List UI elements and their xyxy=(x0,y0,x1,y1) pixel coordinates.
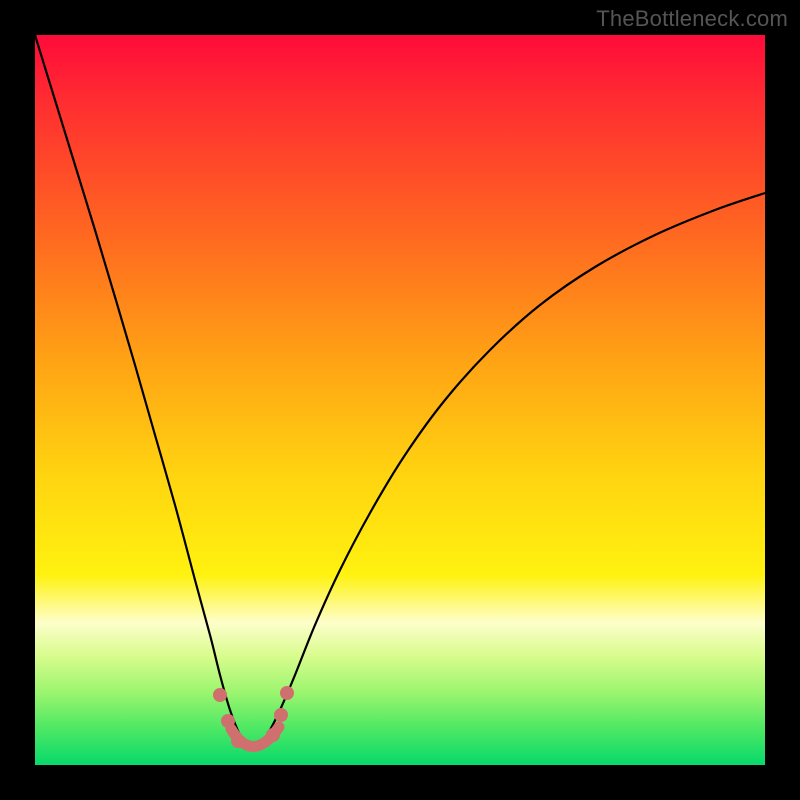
valley-dot xyxy=(221,714,235,728)
valley-marker-dots xyxy=(213,686,294,748)
bottleneck-curve-path xyxy=(35,35,765,750)
valley-dot xyxy=(266,728,280,742)
watermark-text: TheBottleneck.com xyxy=(596,6,788,32)
valley-dot xyxy=(280,686,294,700)
chart-plot-area xyxy=(35,35,765,765)
valley-dot xyxy=(231,734,245,748)
valley-dot xyxy=(213,688,227,702)
bottleneck-curve-svg xyxy=(35,35,765,765)
valley-dot xyxy=(274,708,288,722)
